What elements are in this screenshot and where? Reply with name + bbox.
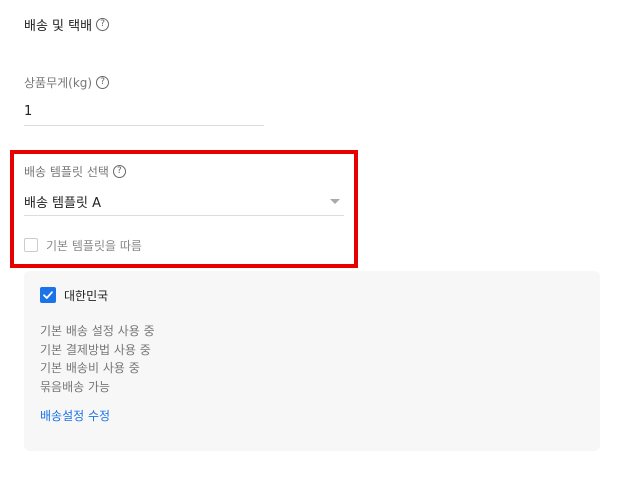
country-name: 대한민국 [64,288,109,303]
chevron-down-icon [330,199,340,204]
page: 배송 및 택배 ? 상품무게(kg) ? 배송 템플릿 선택 ? 배송 템플릿 … [0,0,630,480]
country-checkbox[interactable] [40,287,56,303]
default-template-checkbox-label: 기본 템플릿을 따름 [46,238,142,253]
weight-label-text: 상품무게(kg) [24,75,93,90]
shipping-info-line: 기본 배송비 사용 중 [40,361,140,376]
weight-input[interactable] [24,98,264,126]
template-select-value: 배송 템플릿 A [24,196,101,211]
section-title-text: 배송 및 택배 [24,18,93,34]
default-template-checkbox-row[interactable]: 기본 템플릿을 따름 [24,236,142,254]
help-icon[interactable]: ? [96,17,110,31]
help-icon[interactable]: ? [112,164,126,178]
check-icon [43,291,53,299]
default-template-checkbox[interactable] [24,238,38,252]
template-label: 배송 템플릿 선택 ? [24,162,126,180]
shipping-info-line: 묶음배송 가능 [40,380,111,395]
template-select[interactable]: 배송 템플릿 A [24,188,344,216]
edit-shipping-settings-link[interactable]: 배송설정 수정 [40,407,110,424]
template-label-text: 배송 템플릿 선택 [24,164,109,179]
shipping-info-list: 기본 배송 설정 사용 중 기본 결제방법 사용 중 기본 배송비 사용 중 묶… [40,322,155,397]
weight-label: 상품무게(kg) ? [24,73,110,91]
shipping-info-line: 기본 결제방법 사용 중 [40,342,151,357]
help-icon[interactable]: ? [96,75,110,89]
shipping-info-line: 기본 배송 설정 사용 중 [40,324,155,338]
country-checkbox-row[interactable]: 대한민국 [40,286,108,304]
section-title: 배송 및 택배 ? [24,14,110,34]
